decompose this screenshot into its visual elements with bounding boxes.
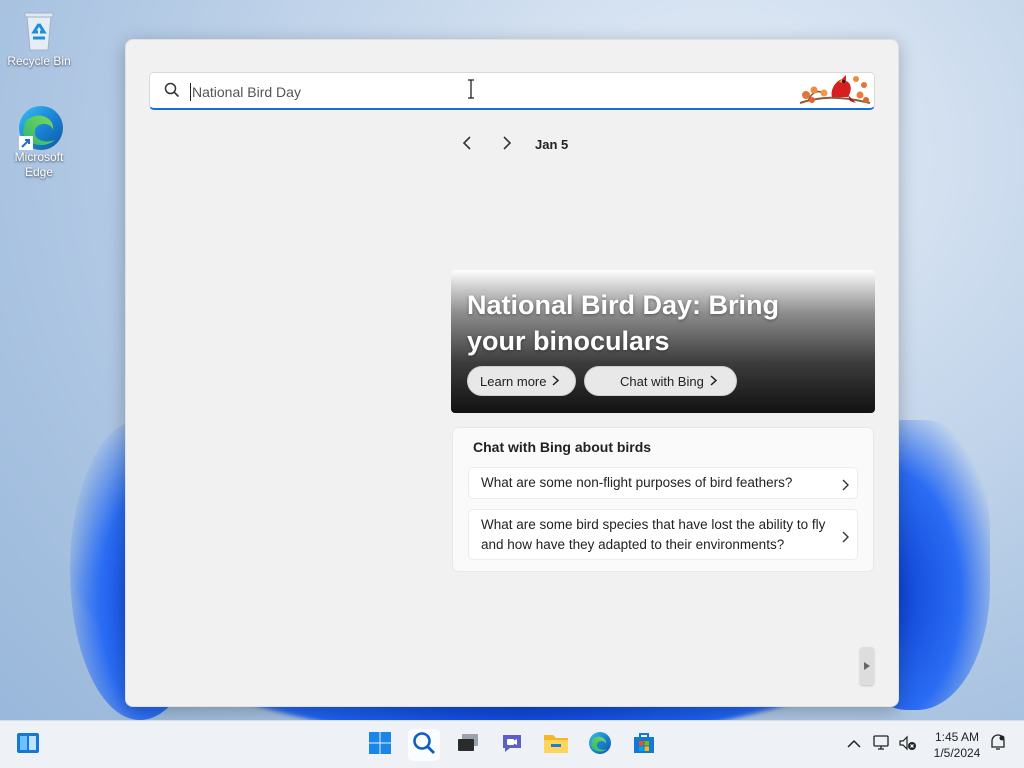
- file-explorer-icon: [543, 732, 569, 759]
- chevron-left-icon: [462, 135, 472, 156]
- cardinal-bird-icon: [798, 73, 872, 114]
- search-icon: [412, 731, 436, 760]
- start-button[interactable]: [364, 729, 396, 761]
- search-button[interactable]: [408, 729, 440, 761]
- hero-banner[interactable]: National Bird Day: Bring your binoculars…: [451, 270, 875, 413]
- clock-time: 1:45 AM: [934, 730, 980, 744]
- hero-title: National Bird Day: Bring your binoculars: [467, 290, 780, 356]
- next-day-button[interactable]: [494, 132, 520, 158]
- triangle-right-icon: [864, 657, 870, 675]
- edge-taskbar-button[interactable]: [584, 729, 616, 761]
- learn-more-label: Learn more: [480, 373, 547, 389]
- desktop-icon-recycle-bin[interactable]: Recycle Bin: [2, 8, 76, 69]
- chat-suggestions-card: Chat with Bing about birds What are some…: [452, 427, 874, 572]
- card-title: Chat with Bing about birds: [473, 439, 652, 455]
- widgets-button[interactable]: [12, 729, 44, 761]
- network-button[interactable]: [872, 734, 892, 757]
- chevron-right-icon: [502, 135, 512, 156]
- clock-date: 1/5/2024: [933, 746, 981, 760]
- search-icon: [164, 82, 180, 103]
- chat-with-bing-label: Chat with Bing: [620, 373, 704, 389]
- task-view-button[interactable]: [452, 729, 484, 761]
- network-monitor-icon: [872, 734, 892, 757]
- previous-day-button[interactable]: [454, 132, 480, 158]
- chevron-right-icon: [552, 374, 560, 389]
- chevron-up-icon: [847, 736, 861, 754]
- desktop-icon-label: Microsoft Edge: [14, 150, 64, 179]
- scroll-right-button[interactable]: [860, 647, 874, 685]
- search-panel: Jan 5 National Bird Day: Bring your bino…: [125, 39, 899, 707]
- i-beam-cursor-icon: [466, 79, 476, 104]
- notification-bell-icon: [989, 733, 1007, 757]
- suggestion-text: What are some non-flight purposes of bir…: [481, 475, 793, 490]
- suggestion-item[interactable]: What are some bird species that have los…: [468, 509, 858, 560]
- recycle-bin-icon: [17, 8, 61, 52]
- volume-button[interactable]: [898, 735, 918, 755]
- edge-icon: [588, 731, 612, 760]
- suggestion-item[interactable]: What are some non-flight purposes of bir…: [468, 467, 858, 499]
- file-explorer-button[interactable]: [540, 729, 572, 761]
- chevron-right-icon: [710, 374, 717, 389]
- taskbar: 1:45 AM 1/5/2024: [0, 720, 1024, 768]
- windows-logo-icon: [368, 731, 392, 760]
- chat-with-bing-button[interactable]: Chat with Bing: [584, 366, 737, 396]
- chat-button[interactable]: [496, 729, 528, 761]
- learn-more-button[interactable]: Learn more: [467, 366, 576, 396]
- desktop-icon-edge[interactable]: Microsoft Edge: [2, 104, 76, 180]
- search-box[interactable]: [149, 72, 875, 110]
- show-hidden-icons-button[interactable]: [844, 735, 864, 755]
- edge-icon: [17, 104, 63, 150]
- notifications-button[interactable]: [988, 733, 1008, 757]
- suggestion-text: What are some bird species that have los…: [481, 517, 826, 552]
- speaker-muted-icon: [898, 734, 918, 757]
- teams-chat-icon: [500, 731, 524, 760]
- text-caret: [190, 83, 191, 101]
- clock[interactable]: 1:45 AM 1/5/2024: [924, 729, 990, 761]
- current-date: Jan 5: [535, 137, 569, 152]
- widgets-icon: [16, 732, 40, 759]
- store-icon: [632, 731, 656, 760]
- store-button[interactable]: [628, 729, 660, 761]
- chevron-right-icon: [842, 529, 849, 549]
- chevron-right-icon: [842, 477, 849, 497]
- task-view-icon: [456, 733, 480, 758]
- desktop-icon-label: Recycle Bin: [7, 54, 71, 68]
